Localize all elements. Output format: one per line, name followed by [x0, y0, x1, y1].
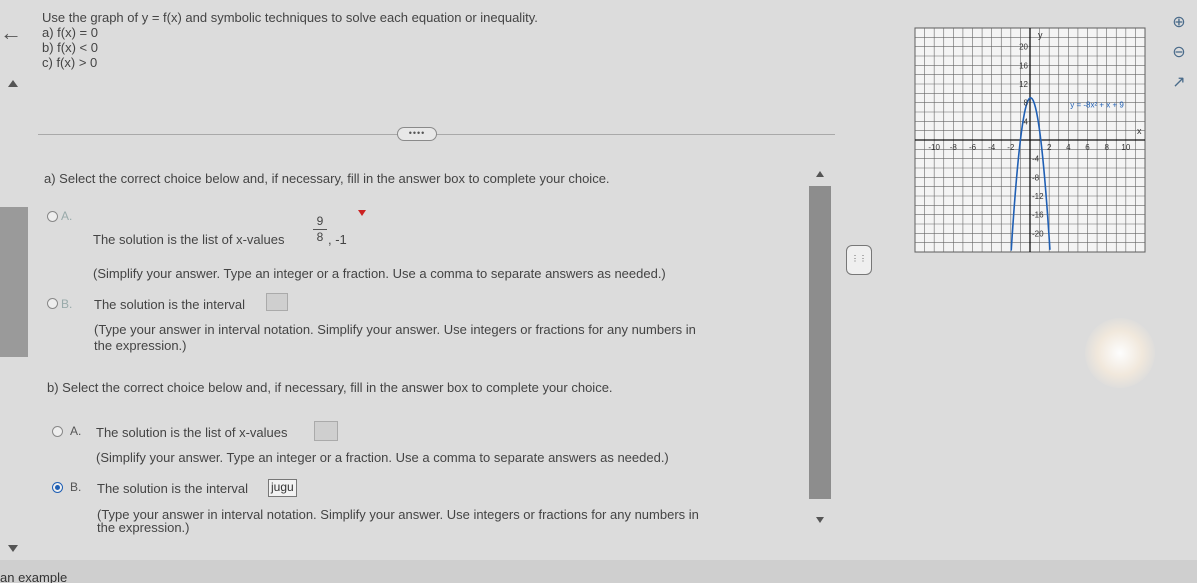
scroll-down-icon[interactable] — [8, 545, 18, 552]
part-a-option-b-hint-2: the expression.) — [94, 338, 187, 353]
question-prompt: Use the graph of y = f(x) and symbolic t… — [42, 10, 538, 25]
part-b-option-b-hint-2: the expression.) — [97, 520, 190, 535]
part-a-option-a-text: The solution is the list of x-values — [93, 232, 285, 247]
y-tick-label: 8 — [1024, 99, 1029, 108]
y-tick-label: 12 — [1019, 80, 1028, 89]
part-a-option-a-letter: A. — [61, 209, 73, 223]
part-b-option-a-hint: (Simplify your answer. Type an integer o… — [96, 450, 669, 465]
part-b-option-b-text: The solution is the interval — [97, 481, 249, 496]
zoom-in-icon[interactable]: ⊕ — [1168, 8, 1190, 38]
fraction-denominator: 8 — [316, 230, 324, 244]
part-b-option-b-letter: B. — [70, 480, 82, 494]
x-tick-label: -8 — [950, 143, 958, 152]
part-a-interval-input[interactable] — [266, 293, 288, 311]
part-b-instruction: b) Select the correct choice below and, … — [47, 380, 613, 395]
part-b-option-a-radio[interactable] — [52, 426, 63, 437]
y-tick-label: -12 — [1032, 192, 1044, 201]
y-tick-label: -4 — [1032, 155, 1040, 164]
x-tick-label: -4 — [988, 143, 996, 152]
graph-tools: ⊕ ⊖ ↗ — [1168, 8, 1190, 98]
part-b-option-a-letter: A. — [70, 424, 82, 438]
part-a-option-b-text: The solution is the interval — [94, 297, 246, 312]
scroll-down-icon[interactable] — [816, 517, 824, 523]
back-icon[interactable]: ← — [0, 20, 22, 46]
y-tick-label: -8 — [1032, 173, 1040, 182]
x-tick-label: -6 — [969, 143, 977, 152]
scroll-up-icon[interactable] — [8, 80, 18, 87]
y-tick-label: 4 — [1024, 117, 1029, 126]
answer-rest: , -1 — [328, 232, 347, 247]
bottom-strip — [0, 560, 1197, 583]
y-axis-label: y — [1038, 30, 1043, 40]
fraction-numerator: 9 — [316, 214, 324, 228]
question-item-b: b) f(x) < 0 — [42, 40, 98, 55]
curve-equation-label: y = -8x² + x + 9 — [1070, 100, 1124, 109]
part-b-xvalues-input[interactable] — [314, 421, 338, 441]
scroll-up-icon[interactable] — [816, 171, 824, 177]
bottom-text: an example — [0, 570, 68, 583]
part-b-option-b-radio[interactable] — [52, 482, 63, 493]
part-a-option-b-hint-1: (Type your answer in interval notation. … — [94, 322, 696, 337]
y-tick-label: 20 — [1019, 43, 1028, 52]
left-scrollbar[interactable] — [0, 207, 28, 357]
x-tick-label: 6 — [1085, 143, 1090, 152]
warning-marker-icon — [358, 210, 366, 216]
panel-resize-handle[interactable]: ⋮⋮ — [846, 245, 872, 275]
question-scrollbar[interactable] — [809, 186, 831, 499]
question-item-c: c) f(x) > 0 — [42, 55, 98, 70]
part-b-option-a-text: The solution is the list of x-values — [96, 425, 288, 440]
x-tick-label: -2 — [1007, 143, 1015, 152]
external-link-icon[interactable]: ↗ — [1168, 68, 1190, 98]
expand-button[interactable]: •••• — [397, 127, 437, 141]
part-a-option-a-radio[interactable] — [47, 211, 58, 222]
question-item-a: a) f(x) = 0 — [42, 25, 98, 40]
function-graph: -10 -8 -6 -4 -2 2 4 6 8 10 20 16 12 8 4 -4 -8 -12 -16 -20 y x… — [905, 20, 1153, 265]
x-tick-label: 10 — [1121, 143, 1130, 152]
x-tick-label: 2 — [1047, 143, 1052, 152]
x-axis-label: x — [1137, 126, 1142, 136]
x-tick-label: -10 — [928, 143, 940, 152]
y-tick-label: -16 — [1032, 211, 1044, 220]
graph-canvas: -10 -8 -6 -4 -2 2 4 6 8 10 20 16 12 8 4 -4 -8 -12 -16 -20 y x… — [914, 27, 1146, 253]
part-a-option-b-radio[interactable] — [47, 298, 58, 309]
part-a-option-a-hint: (Simplify your answer. Type an integer o… — [93, 266, 666, 281]
part-a-option-b-letter: B. — [61, 297, 73, 311]
x-tick-label: 8 — [1104, 143, 1109, 152]
y-tick-label: 16 — [1019, 61, 1028, 70]
part-b-interval-input[interactable]: jugu — [268, 479, 297, 497]
y-tick-label: -20 — [1032, 229, 1044, 238]
answer-fraction[interactable]: 9 8 — [313, 215, 327, 244]
zoom-out-icon[interactable]: ⊖ — [1168, 38, 1190, 68]
light-glare — [1085, 318, 1155, 388]
question-block: Use the graph of y = f(x) and symbolic t… — [42, 10, 538, 70]
part-a-instruction: a) Select the correct choice below and, … — [44, 171, 610, 186]
x-tick-label: 4 — [1066, 143, 1071, 152]
